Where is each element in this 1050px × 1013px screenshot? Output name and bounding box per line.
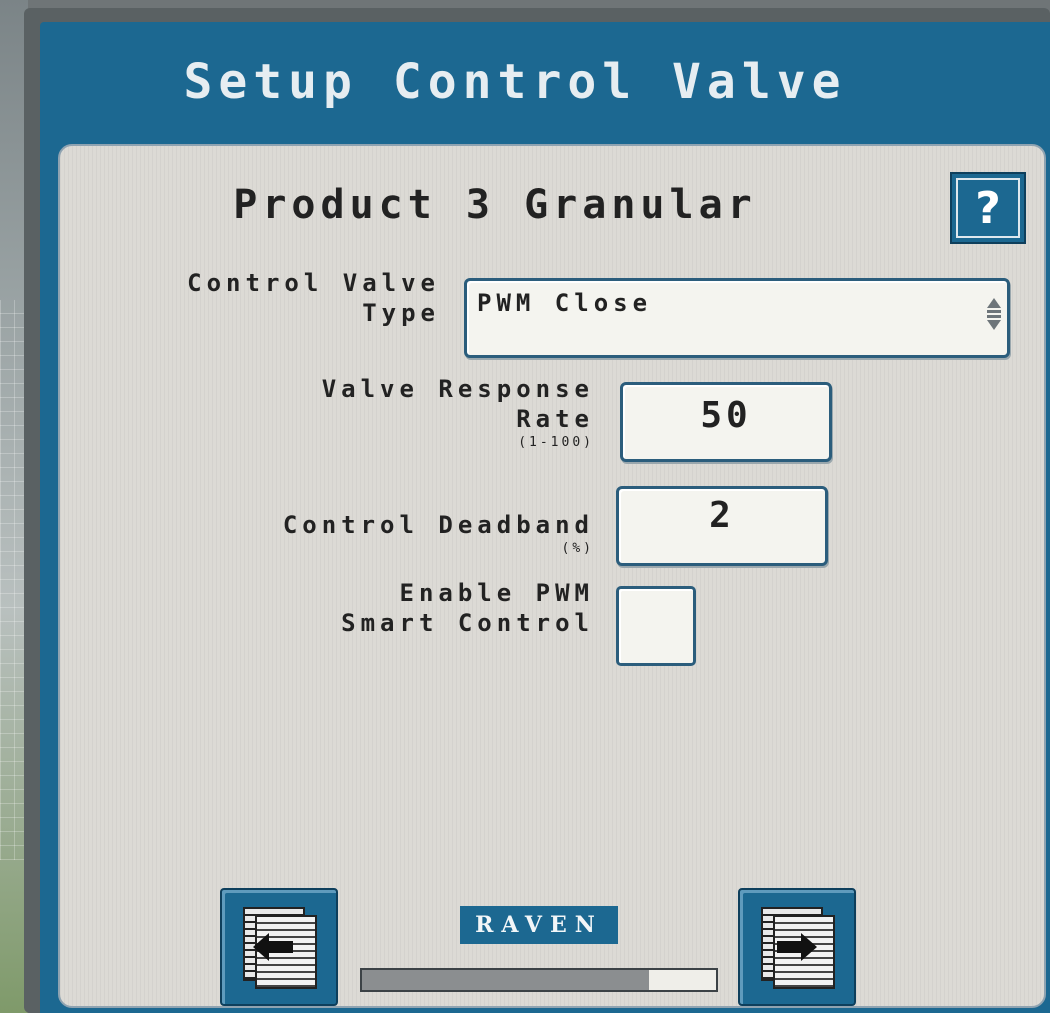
deadband-value: 2	[709, 495, 735, 536]
spinner-icon[interactable]	[985, 287, 1003, 341]
next-button[interactable]	[738, 888, 856, 1006]
pwm-smart-label-line1: Enable PWM	[399, 579, 594, 607]
valve-type-select[interactable]: PWM Close	[464, 278, 1010, 358]
progress-fill	[362, 970, 649, 990]
deadband-label: Control Deadband (%)	[140, 510, 594, 558]
response-rate-label: Valve Response Rate (1-100)	[140, 374, 594, 452]
valve-type-value: PWM Close	[477, 289, 653, 317]
help-button[interactable]: ?	[950, 172, 1026, 244]
deadband-input[interactable]: 2	[616, 486, 828, 566]
pwm-smart-label-line2: Smart Control	[341, 609, 594, 637]
divider-line	[987, 310, 1001, 313]
pwm-smart-checkbox[interactable]	[616, 586, 696, 666]
raven-logo: RAVEN	[460, 906, 618, 944]
response-rate-value: 50	[700, 395, 752, 436]
pwm-smart-label: Enable PWM Smart Control	[140, 578, 594, 638]
page-back-icon	[243, 907, 317, 989]
product-heading: Product 3 Granular	[233, 182, 757, 228]
valve-type-label: Control Valve Type	[100, 268, 440, 328]
valve-type-label-line1: Control Valve	[187, 269, 440, 297]
arrow-left-icon	[253, 933, 293, 961]
question-mark-icon: ?	[956, 178, 1020, 238]
arrow-up-icon	[987, 298, 1001, 308]
response-rate-label-line1: Valve Response	[321, 375, 594, 403]
deadband-hint: (%)	[561, 541, 594, 556]
response-rate-hint: (1-100)	[518, 435, 594, 450]
back-button[interactable]	[220, 888, 338, 1006]
deadband-label-text: Control Deadband	[282, 511, 594, 539]
valve-type-label-line2: Type	[362, 299, 440, 327]
page-title: Setup Control Valve	[183, 54, 847, 110]
divider-line	[987, 315, 1001, 318]
settings-panel: Product 3 Granular ? Control Valve Type …	[58, 144, 1046, 1008]
progress-bar	[360, 968, 718, 992]
response-rate-label-line2: Rate	[516, 405, 594, 433]
screen: Setup Control Valve Product 3 Granular ?…	[40, 22, 1050, 1013]
page-next-icon	[761, 907, 835, 989]
response-rate-input[interactable]: 50	[620, 382, 832, 462]
title-bar: Setup Control Valve	[40, 22, 1050, 142]
arrow-down-icon	[987, 320, 1001, 330]
arrow-right-icon	[777, 933, 817, 961]
